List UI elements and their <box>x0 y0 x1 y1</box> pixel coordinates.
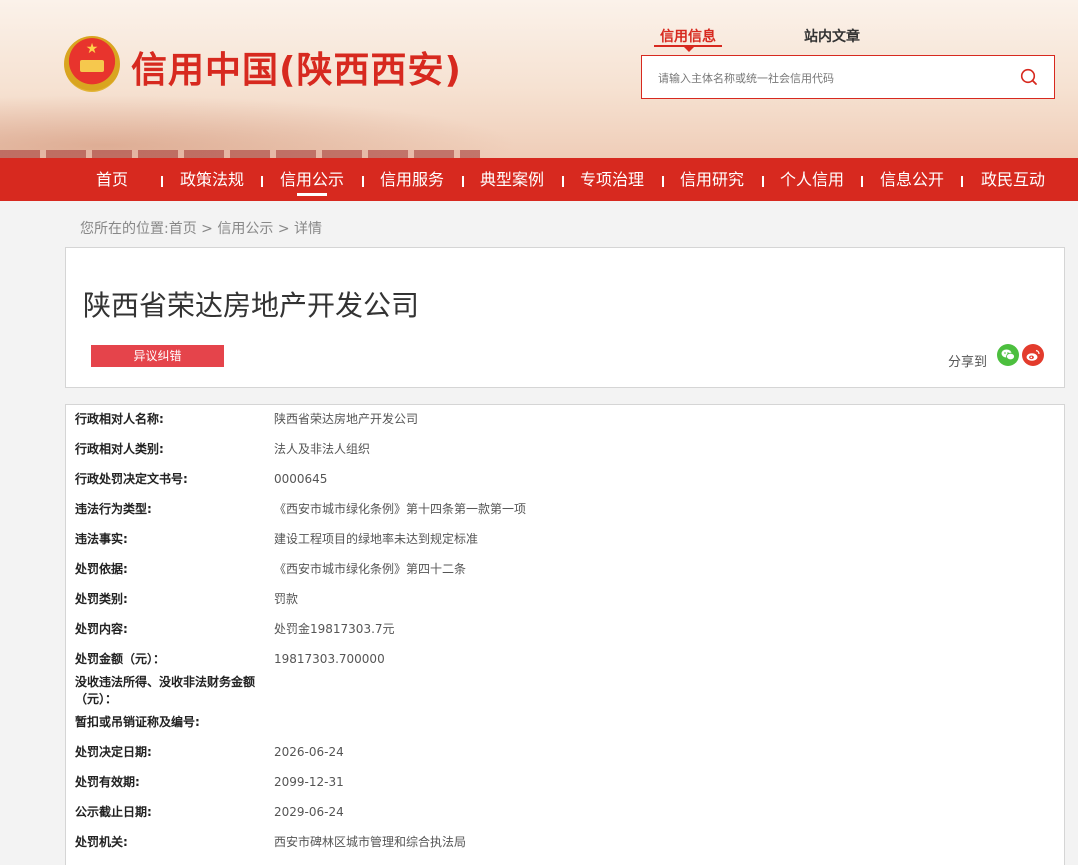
breadcrumb-separator: > <box>277 221 290 237</box>
wechat-icon[interactable] <box>997 344 1019 366</box>
detail-value: 2099-12-31 <box>274 775 344 789</box>
nav-personal-credit[interactable]: 个人信用 <box>780 158 844 201</box>
detail-value: 19817303.700000 <box>274 652 385 666</box>
nav-separator <box>362 176 364 187</box>
nav-separator <box>562 176 564 187</box>
breadcrumb: 您所在的位置:首页 > 信用公示 > 详情 <box>80 218 322 238</box>
detail-value: 处罚金19817303.7元 <box>274 622 395 636</box>
detail-value: 《西安市城市绿化条例》第十四条第一款第一项 <box>274 502 527 516</box>
detail-label: 违法事实: <box>75 532 128 546</box>
detail-label: 公示截止日期: <box>75 805 152 819</box>
nav-typical-cases[interactable]: 典型案例 <box>480 158 544 201</box>
penalty-detail-table: 行政相对人名称: 陕西省荣达房地产开发公司 行政相对人类别: 法人及非法人组织 … <box>65 404 1065 865</box>
breadcrumb-separator: > <box>201 221 213 237</box>
search-box <box>641 55 1055 99</box>
detail-label: 处罚依据: <box>75 562 128 576</box>
detail-value: 建设工程项目的绿地率未达到规定标准 <box>274 532 479 546</box>
detail-value: 西安市碑林区城市管理和综合执法局 <box>274 835 467 849</box>
detail-value: 0000645 <box>274 472 328 486</box>
nav-credit-services[interactable]: 信用服务 <box>380 158 444 201</box>
detail-label: 处罚类别: <box>75 592 128 606</box>
nav-policies[interactable]: 政策法规 <box>180 158 244 201</box>
nav-separator <box>961 176 963 187</box>
detail-label: 处罚机关: <box>75 835 128 849</box>
tab-site-articles[interactable]: 站内文章 <box>804 26 860 46</box>
detail-label: 违法行为类型: <box>75 502 152 516</box>
detail-label: 行政相对人名称: <box>75 412 164 426</box>
breadcrumb-current: 详情 <box>294 221 322 237</box>
nav-separator <box>261 176 263 187</box>
nav-credit-publicity[interactable]: 信用公示 <box>280 158 344 201</box>
tab-credit-info[interactable]: 信用信息 <box>654 26 722 47</box>
detail-label: 处罚内容: <box>75 622 128 636</box>
nav-info-disclosure[interactable]: 信息公开 <box>880 158 944 201</box>
breadcrumb-prefix: 您所在的位置: <box>80 221 169 237</box>
header-background-decoration <box>0 95 520 158</box>
detail-value: 2026-06-24 <box>274 745 344 759</box>
nav-home[interactable]: 首页 <box>96 158 128 201</box>
detail-value: 《西安市城市绿化条例》第四十二条 <box>274 562 467 576</box>
detail-value: 罚款 <box>274 592 299 606</box>
nav-separator <box>762 176 764 187</box>
nav-public-interaction[interactable]: 政民互动 <box>981 158 1045 201</box>
search-icon[interactable] <box>1020 68 1038 86</box>
national-emblem-icon: ★ <box>64 36 120 92</box>
detail-label: 处罚金额（元）： <box>75 652 166 666</box>
detail-value: 法人及非法人组织 <box>274 442 371 456</box>
search-input[interactable] <box>658 67 998 89</box>
detail-label: 处罚有效期: <box>75 775 140 789</box>
nav-special-governance[interactable]: 专项治理 <box>580 158 644 201</box>
site-title[interactable]: 信用中国(陕西西安) <box>131 41 462 93</box>
detail-value: 2029-06-24 <box>274 805 344 819</box>
detail-label: 行政处罚决定文书号: <box>75 472 188 486</box>
dispute-correction-button[interactable]: 异议纠错 <box>91 345 224 367</box>
nav-separator <box>161 176 163 187</box>
header-rooftops-decoration <box>0 150 480 158</box>
detail-label: 没收违法所得、没收非法财务金额（元）： <box>75 675 256 706</box>
main-nav: 首页 政策法规 信用公示 信用服务 典型案例 专项治理 信用研究 个人信用 信息… <box>0 158 1078 201</box>
nav-separator <box>662 176 664 187</box>
breadcrumb-credit-publicity[interactable]: 信用公示 <box>217 221 273 237</box>
page-title: 陕西省荣达房地产开发公司 <box>83 289 420 322</box>
breadcrumb-home[interactable]: 首页 <box>169 221 197 237</box>
detail-label: 暂扣或吊销证称及编号: <box>75 715 200 729</box>
detail-label: 处罚决定日期: <box>75 745 152 759</box>
search-tabs: 信用信息 站内文章 <box>641 26 1055 48</box>
detail-value: 陕西省荣达房地产开发公司 <box>274 412 419 426</box>
nav-separator <box>462 176 464 187</box>
share-label: 分享到 <box>948 355 988 370</box>
nav-credit-research[interactable]: 信用研究 <box>680 158 744 201</box>
nav-separator <box>861 176 863 187</box>
search-tab-caret <box>683 46 695 52</box>
detail-label: 行政相对人类别: <box>75 442 164 456</box>
weibo-icon[interactable] <box>1022 344 1044 366</box>
title-card: 陕西省荣达房地产开发公司 异议纠错 分享到 <box>65 247 1065 388</box>
